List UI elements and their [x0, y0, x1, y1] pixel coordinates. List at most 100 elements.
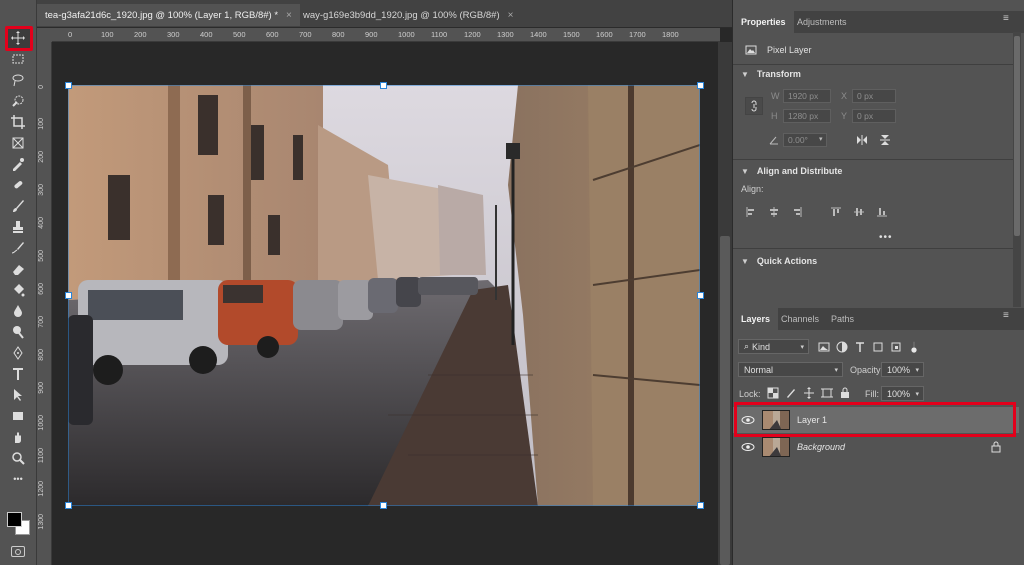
lasso-tool[interactable]: [8, 71, 28, 89]
scrollbar-thumb[interactable]: [720, 236, 730, 565]
horizontal-ruler[interactable]: 0 100 200 300 400 500 600 700 800 900 1000 1100 1200…: [52, 28, 720, 42]
tab-channels[interactable]: Channels: [773, 308, 827, 330]
tab-layers[interactable]: Layers: [733, 308, 779, 330]
filter-type-icon[interactable]: [853, 340, 867, 354]
transform-handle[interactable]: [380, 502, 387, 509]
type-tool[interactable]: [8, 365, 28, 383]
filter-pixel-icon[interactable]: [817, 340, 831, 354]
document-tab[interactable]: way-g169e3b9dd_1920.jpg @ 100% (RGB/8#) …: [295, 4, 521, 26]
layer-row-background[interactable]: Background: [733, 434, 1019, 460]
panel-menu-icon[interactable]: ≡: [1003, 13, 1009, 24]
rectangle-tool[interactable]: [8, 407, 28, 425]
align-center-horizontal-icon[interactable]: [767, 205, 781, 219]
align-section-header[interactable]: ▼ Align and Distribute: [741, 166, 842, 176]
flip-vertical-icon[interactable]: [878, 133, 892, 147]
transform-handle[interactable]: [697, 292, 704, 299]
ruler-tick-label: 300: [167, 30, 180, 39]
y-field[interactable]: 0 px: [852, 109, 896, 123]
tab-properties[interactable]: Properties: [733, 11, 794, 33]
ruler-tick-label: 500: [38, 250, 45, 262]
quick-select-tool[interactable]: [8, 92, 28, 110]
transform-section-header[interactable]: ▼ Transform: [741, 69, 801, 79]
filter-shape-icon[interactable]: [871, 340, 885, 354]
eraser-tool[interactable]: [8, 260, 28, 278]
angle-icon: [767, 133, 781, 147]
clone-stamp-tool[interactable]: [8, 218, 28, 236]
paint-bucket-icon: [14, 284, 25, 297]
align-center-vertical-icon[interactable]: [852, 205, 866, 219]
transform-handle[interactable]: [65, 82, 72, 89]
fill-field[interactable]: 100% ▾: [881, 386, 924, 401]
lock-artboard-icon[interactable]: [820, 386, 834, 400]
width-field[interactable]: 1920 px: [783, 89, 831, 103]
ruler-tick-label: 900: [365, 30, 378, 39]
foreground-color-swatch[interactable]: [7, 512, 22, 527]
frame-icon: [12, 137, 24, 149]
hand-tool[interactable]: [8, 428, 28, 446]
vertical-ruler[interactable]: 0 100 200 300 400 500 600 700 800 900 1000 1100 1200…: [37, 42, 52, 565]
chevron-down-icon[interactable]: ▾: [819, 135, 823, 143]
layer-image[interactable]: [68, 85, 700, 506]
lock-transparency-icon[interactable]: [766, 386, 780, 400]
layers-tab-bar: Layers Channels Paths ≡: [733, 308, 1024, 330]
healing-brush-tool[interactable]: [8, 176, 28, 194]
transform-handle[interactable]: [697, 502, 704, 509]
more-tool[interactable]: •••: [8, 470, 28, 488]
tab-adjustments[interactable]: Adjustments: [789, 11, 855, 33]
lock-all-icon[interactable]: [838, 386, 852, 400]
layer-filter-dropdown[interactable]: ⌕ Kind ▾: [738, 339, 809, 354]
opacity-field[interactable]: 100% ▾: [881, 362, 924, 377]
height-field[interactable]: 1280 px: [783, 109, 831, 123]
layer-name[interactable]: Background: [797, 442, 845, 452]
move-tool[interactable]: [8, 29, 28, 47]
blur-icon: [14, 305, 22, 317]
quick-mask-icon[interactable]: [11, 546, 25, 557]
transform-handle[interactable]: [65, 502, 72, 509]
ruler-tick-label: 0: [38, 85, 45, 89]
chevron-down-icon: ▾: [800, 343, 804, 351]
close-tab-icon[interactable]: ×: [508, 10, 514, 21]
align-bottom-icon[interactable]: [875, 205, 889, 219]
paint-bucket-tool[interactable]: [8, 281, 28, 299]
align-top-icon[interactable]: [829, 205, 843, 219]
chevron-down-icon: ▼: [741, 166, 749, 176]
x-field[interactable]: 0 px: [852, 89, 896, 103]
blend-mode-dropdown[interactable]: Normal ▾: [738, 362, 843, 377]
transform-handle[interactable]: [65, 292, 72, 299]
visibility-eye-icon[interactable]: [741, 440, 755, 454]
close-tab-icon[interactable]: ×: [286, 10, 292, 21]
lock-pixels-icon[interactable]: [784, 386, 798, 400]
history-brush-tool[interactable]: [8, 239, 28, 257]
ruler-tick-label: 1300: [38, 514, 45, 530]
scrollbar-thumb[interactable]: [1014, 36, 1020, 236]
pen-tool[interactable]: [8, 344, 28, 362]
path-select-tool[interactable]: [8, 386, 28, 404]
ruler-tick-label: 800: [38, 349, 45, 361]
dodge-tool[interactable]: [8, 323, 28, 341]
zoom-tool[interactable]: [8, 449, 28, 467]
flip-horizontal-icon[interactable]: [855, 133, 869, 147]
brush-tool[interactable]: [8, 197, 28, 215]
align-left-icon[interactable]: [744, 205, 758, 219]
document-tab-active[interactable]: tea-g3afa21d6c_1920.jpg @ 100% (Layer 1,…: [37, 4, 300, 26]
align-right-icon[interactable]: [790, 205, 804, 219]
tab-paths[interactable]: Paths: [823, 308, 862, 330]
frame-tool[interactable]: [8, 134, 28, 152]
blur-tool[interactable]: [8, 302, 28, 320]
filter-adjustment-icon[interactable]: [835, 340, 849, 354]
lock-position-icon[interactable]: [802, 386, 816, 400]
lock-icon: [989, 440, 1003, 454]
filter-smart-object-icon[interactable]: [889, 340, 903, 354]
panel-menu-icon[interactable]: ≡: [1003, 310, 1009, 321]
color-swatches[interactable]: [7, 512, 31, 536]
link-dimensions-icon[interactable]: [745, 97, 763, 115]
opacity-label: Opacity:: [850, 365, 884, 375]
more-options-icon[interactable]: •••: [879, 232, 893, 243]
marquee-tool[interactable]: [8, 50, 28, 68]
transform-handle[interactable]: [697, 82, 704, 89]
eyedropper-tool[interactable]: [8, 155, 28, 173]
transform-handle[interactable]: [380, 82, 387, 89]
crop-tool[interactable]: [8, 113, 28, 131]
quick-actions-section-header[interactable]: ▼ Quick Actions: [741, 256, 817, 266]
filter-toggle-icon[interactable]: [907, 338, 921, 356]
